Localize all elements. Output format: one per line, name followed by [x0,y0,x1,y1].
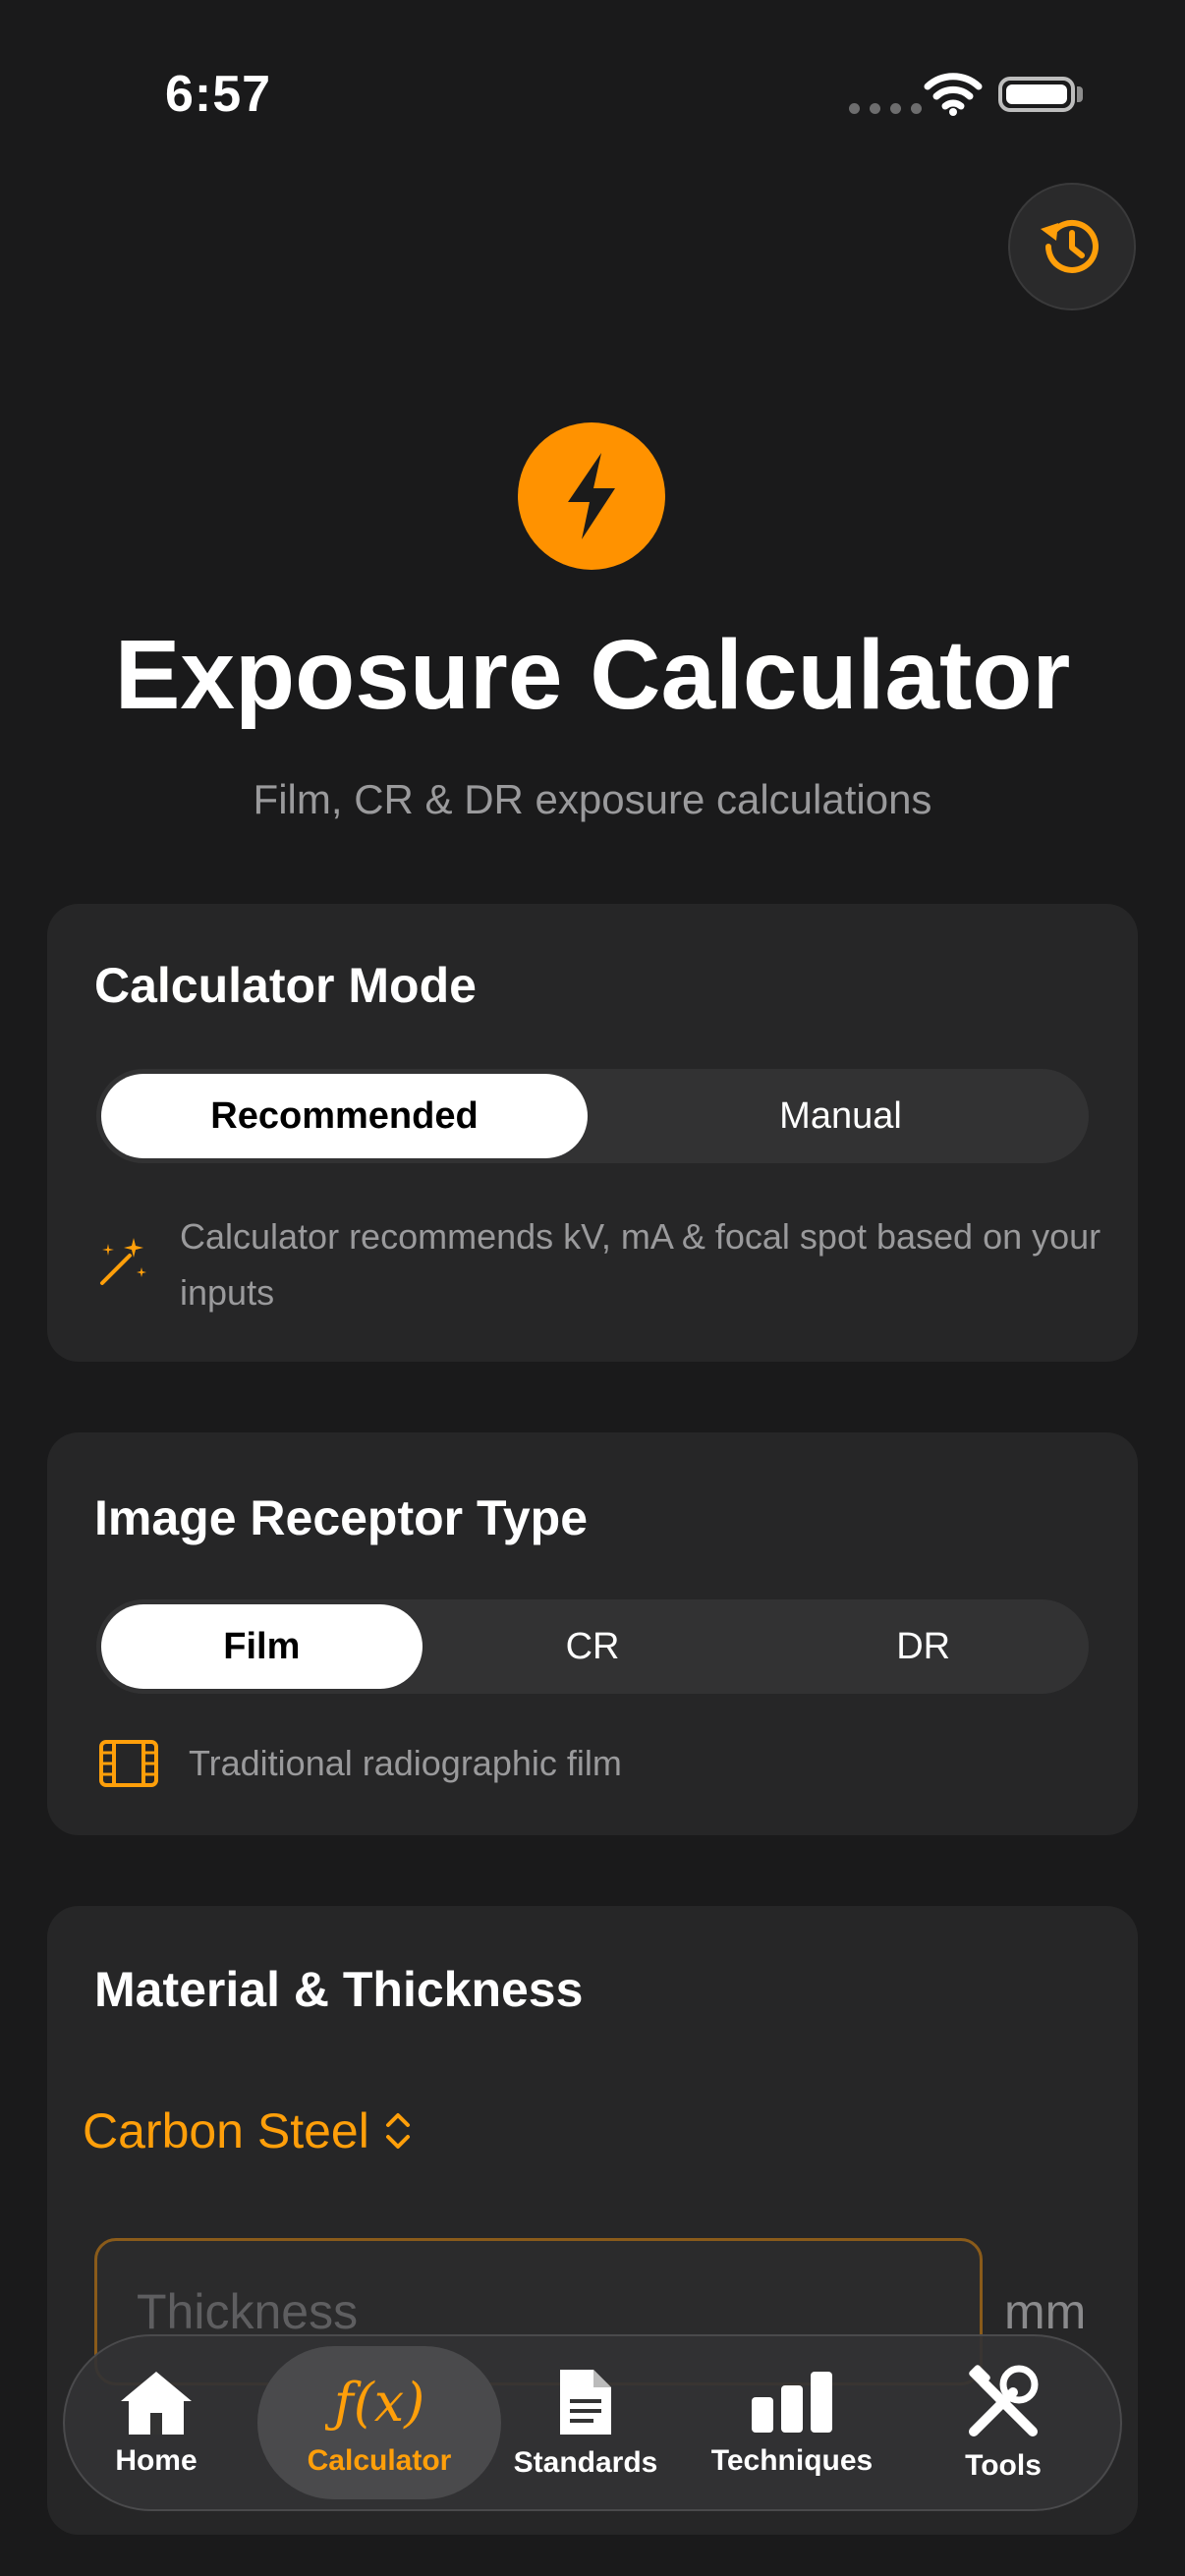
bar-chart-icon [752,2372,832,2433]
clock-history-icon [1041,219,1099,273]
film-icon [99,1740,158,1787]
battery-cap [1077,86,1083,102]
mode-option-recommended[interactable]: Recommended [101,1074,588,1158]
magic-wand-icon [100,1238,146,1285]
receptor-type-hint: Traditional radiographic film [189,1743,622,1783]
page-title: Exposure Calculator [114,620,1071,730]
house-icon [121,2372,192,2435]
mode-option-manual[interactable]: Manual [597,1074,1084,1158]
tab-techniques[interactable]: Techniques [704,2346,880,2499]
receptor-type-card: Image Receptor Type Film CR DR Tradition… [47,1432,1138,1835]
document-icon [560,2370,611,2435]
receptor-type-title: Image Receptor Type [94,1490,589,1545]
receptor-option-cr[interactable]: CR [432,1604,754,1689]
calculator-mode-title: Calculator Mode [94,958,477,1013]
receptor-option-dr[interactable]: DR [762,1604,1084,1689]
battery-icon [998,77,1075,112]
material-picker[interactable]: Carbon Steel [83,2102,413,2159]
chevron-up-down-icon [385,2113,410,2149]
lightning-bolt-icon [518,422,665,570]
thickness-unit: mm [1004,2284,1087,2339]
history-button[interactable] [1008,183,1136,310]
svg-text:ƒ(x): ƒ(x) [325,2372,424,2434]
page-subtitle: Film, CR & DR exposure calculations [253,776,932,822]
tab-tools[interactable]: Tools [930,2346,1077,2499]
tab-tools-label: Tools [965,2449,1042,2482]
tab-standards[interactable]: Standards [507,2346,664,2499]
wifi-icon [924,73,983,116]
receptor-type-segmented-control: Film CR DR [96,1599,1089,1694]
calculator-mode-segmented-control: Recommended Manual [96,1069,1089,1163]
material-picker-value: Carbon Steel [83,2103,369,2158]
tab-techniques-label: Techniques [710,2444,874,2477]
status-time: 6:57 [165,66,272,123]
tab-standards-label: Standards [513,2446,658,2479]
tools-icon [969,2365,1039,2436]
function-icon: ƒ(x) [325,2372,424,2434]
tab-bar: Home ƒ(x) Calculator Standards Technique… [63,2334,1122,2511]
tab-calculator-label: Calculator [307,2444,452,2477]
calculator-mode-hint: Calculator recommends kV, mA & focal spo… [180,1216,1101,1313]
tab-home-label: Home [115,2444,198,2477]
calculator-mode-card: Calculator Mode Recommended Manual Calcu… [47,904,1138,1362]
receptor-option-film[interactable]: Film [101,1604,423,1689]
tab-home[interactable]: Home [83,2346,230,2499]
cellular-signal-icon [849,103,922,114]
tab-calculator[interactable]: ƒ(x) Calculator [257,2346,501,2499]
material-thickness-title: Material & Thickness [94,1962,584,2017]
